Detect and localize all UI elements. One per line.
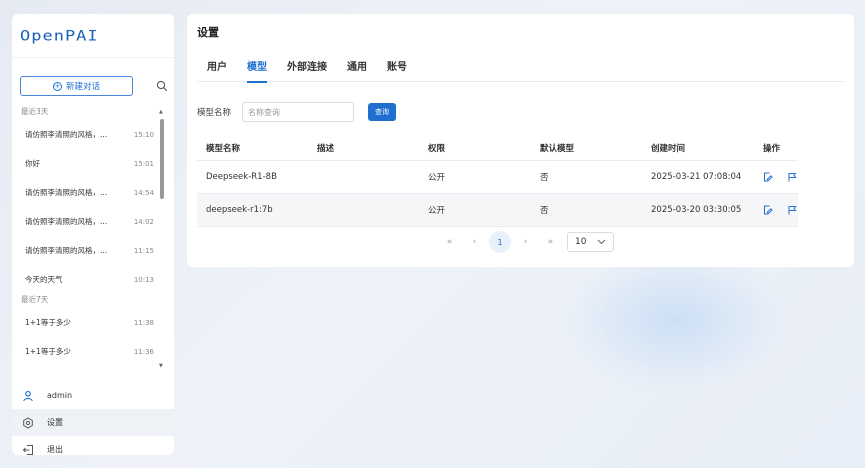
history-item[interactable]: 请仿照李清照的风格，... 14:02: [12, 207, 174, 236]
model-table: 模型名称 描述 权限 默认模型 创建时间 操作 Deepseek-R1-8B 公…: [197, 137, 798, 227]
pagination: « ‹ 1 › » 10: [437, 231, 614, 253]
settings-panel: 设置 用户 模型 外部连接 通用 账号 模型名称 查询 模型名称 描述 权限 默…: [187, 14, 854, 267]
history-title: 1+1等于多少: [25, 318, 71, 327]
edit-icon[interactable]: [763, 205, 773, 215]
cell-description: [308, 193, 419, 227]
chat-history: 最近3天 请仿照李清照的风格，... 15:10 你好 15:01 请仿照李清照…: [12, 106, 174, 372]
table-row: Deepseek-R1-8B 公开 否 2025-03-21 07:08:04: [197, 160, 798, 194]
current-page[interactable]: 1: [489, 231, 511, 253]
tab-general[interactable]: 通用: [337, 52, 377, 82]
history-time: 14:54: [133, 188, 154, 197]
history-time: 15:01: [133, 159, 154, 168]
history-title: 你好: [25, 159, 40, 168]
last-page-button[interactable]: »: [538, 237, 563, 247]
tab-account[interactable]: 账号: [377, 52, 417, 82]
history-item[interactable]: 请仿照李清照的风格，... 11:15: [12, 236, 174, 265]
user-icon: [23, 390, 33, 401]
filter-label: 模型名称: [197, 108, 232, 118]
background-glow: [565, 250, 785, 390]
chevron-down-icon: [597, 239, 606, 245]
search-icon[interactable]: [156, 80, 168, 92]
first-page-button[interactable]: «: [437, 237, 462, 247]
history-time: 15:10: [133, 130, 154, 139]
logout-icon: [22, 444, 33, 455]
menu-settings-label: 设置: [47, 418, 63, 427]
history-time: 11:36: [133, 347, 154, 356]
edit-icon[interactable]: [763, 172, 773, 182]
history-title: 请仿照李清照的风格，...: [25, 246, 108, 255]
sidebar-bottom-menu: admin 设置 退出: [12, 382, 174, 455]
cell-description: [308, 160, 419, 194]
scroll-down-icon[interactable]: ▼: [159, 363, 163, 369]
history-title: 请仿照李清照的风格，...: [25, 188, 108, 197]
header-default-model: 默认模型: [531, 137, 642, 161]
header-permission: 权限: [419, 137, 531, 161]
cell-model-name: deepseek-r1:7b: [197, 193, 308, 227]
model-name-search-input[interactable]: [242, 102, 354, 122]
history-title: 1+1等于多少: [25, 347, 71, 356]
tab-models[interactable]: 模型: [237, 52, 277, 83]
history-item[interactable]: 请仿照李清照的风格，... 14:54: [12, 178, 174, 207]
scroll-thumb[interactable]: [160, 119, 164, 199]
history-item[interactable]: 今天的天气 10:13: [12, 265, 174, 294]
cell-permission: 公开: [419, 193, 531, 227]
gear-icon: [23, 416, 33, 429]
history-time: 10:13: [133, 275, 154, 284]
cell-actions: [754, 160, 798, 194]
cell-default-model: 否: [531, 193, 642, 227]
settings-tabs: 用户 模型 外部连接 通用 账号: [197, 52, 844, 83]
flag-icon[interactable]: [787, 172, 797, 182]
history-item[interactable]: 1+1等于多少 11:38: [12, 308, 174, 337]
logo-text: OpenPAI: [20, 27, 99, 44]
history-time: 11:15: [133, 246, 154, 255]
flag-icon[interactable]: [787, 205, 797, 215]
cell-permission: 公开: [419, 160, 531, 194]
history-item[interactable]: 1+1等于多少 11:36: [12, 337, 174, 366]
history-title: 今天的天气: [25, 275, 63, 284]
history-title: 请仿照李清照的风格，...: [25, 130, 108, 139]
cell-model-name: Deepseek-R1-8B: [197, 160, 308, 194]
history-scrollbar[interactable]: ▲ ▼: [159, 109, 164, 369]
cell-created-time: 2025-03-20 03:30:05: [642, 193, 754, 227]
query-button[interactable]: 查询: [368, 103, 396, 121]
menu-user-label: admin: [47, 391, 73, 400]
group-label: 最近7天: [21, 295, 49, 304]
header-created-time: 创建时间: [642, 137, 754, 161]
header-model-name: 模型名称: [197, 137, 308, 161]
history-time: 14:02: [133, 217, 154, 226]
history-item[interactable]: 你好 15:01: [12, 149, 174, 178]
new-chat-label: 新建对话: [65, 82, 100, 92]
logo: OpenPAI: [12, 14, 174, 58]
sidebar: OpenPAI + 新建对话 最近3天 请仿照李清照的风格，... 15:10 …: [12, 14, 174, 455]
menu-item-user[interactable]: admin: [12, 382, 174, 409]
menu-item-logout[interactable]: 退出: [12, 436, 174, 455]
tab-external-connections[interactable]: 外部连接: [277, 52, 337, 82]
menu-logout-label: 退出: [47, 445, 63, 454]
new-chat-button[interactable]: + 新建对话: [20, 76, 133, 96]
page-title: 设置: [197, 26, 219, 39]
menu-item-settings[interactable]: 设置: [12, 409, 174, 436]
group-label: 最近3天: [21, 107, 49, 116]
history-title: 请仿照李清照的风格，...: [25, 217, 108, 226]
table-row: deepseek-r1:7b 公开 否 2025-03-20 03:30:05: [197, 193, 798, 227]
plus-circle-icon: +: [52, 81, 62, 91]
cell-actions: [754, 193, 798, 227]
header-actions: 操作: [754, 137, 798, 161]
history-time: 11:38: [133, 318, 154, 327]
scroll-up-icon[interactable]: ▲: [159, 109, 163, 115]
page-size-select[interactable]: 10: [567, 232, 614, 252]
cell-default-model: 否: [531, 160, 642, 194]
cell-created-time: 2025-03-21 07:08:04: [642, 160, 754, 194]
new-chat-row: + 新建对话: [20, 76, 168, 96]
history-item[interactable]: 请仿照李清照的风格，... 15:10: [12, 120, 174, 149]
table-header-row: 模型名称 描述 权限 默认模型 创建时间 操作: [197, 137, 798, 161]
tab-users[interactable]: 用户: [197, 52, 237, 82]
model-filter: 模型名称 查询: [197, 102, 396, 122]
prev-page-button[interactable]: ‹: [462, 237, 487, 247]
next-page-button[interactable]: ›: [513, 237, 538, 247]
page-size-value: 10: [575, 237, 587, 247]
header-description: 描述: [308, 137, 419, 161]
